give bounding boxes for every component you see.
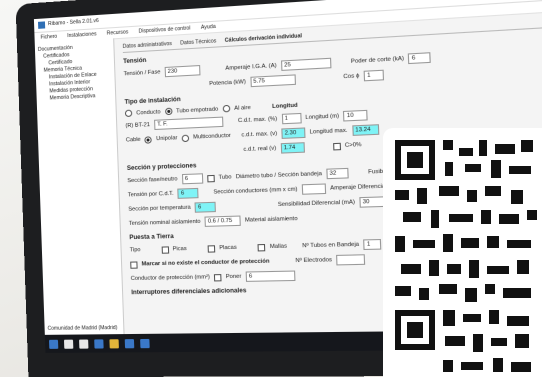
potencia-field[interactable]: 5.75 bbox=[249, 74, 296, 88]
section-longitud: Longitud bbox=[272, 102, 298, 110]
iga-select[interactable]: 25 bbox=[280, 57, 332, 71]
label: c.d.t. real (v) bbox=[243, 145, 277, 154]
folder-icon[interactable] bbox=[109, 338, 119, 348]
label: Mallas bbox=[269, 243, 288, 251]
label: Multiconductor bbox=[192, 132, 231, 141]
label: Diámetro tubo / Sección bandeja bbox=[235, 170, 323, 181]
label: Poner bbox=[225, 273, 242, 281]
search-icon[interactable] bbox=[63, 339, 74, 349]
tree-footer: Comunidad de Madrid (Madrid) bbox=[47, 324, 118, 332]
tab-tecnicos[interactable]: Datos Técnicos bbox=[180, 38, 216, 46]
app-icon bbox=[37, 21, 46, 29]
label: Tensión / Fase bbox=[123, 69, 161, 78]
label: Unipolar bbox=[156, 135, 178, 143]
label: Sección por temperatura bbox=[128, 204, 191, 213]
label: Sección conductores (mm x cm) bbox=[213, 186, 298, 196]
label: Conductor de protección (mm²) bbox=[130, 274, 211, 282]
radio-tubo[interactable] bbox=[164, 107, 173, 116]
qr-code-card bbox=[383, 128, 542, 377]
method-select[interactable]: T. F. bbox=[153, 116, 224, 131]
picas-checkbox[interactable] bbox=[161, 245, 169, 254]
no-prot-checkbox[interactable] bbox=[130, 260, 138, 269]
diametro-select[interactable]: 32 bbox=[326, 167, 349, 180]
label: Poder de corte (kA) bbox=[350, 55, 405, 66]
app-taskbar-icon[interactable] bbox=[140, 338, 150, 348]
label: C.d.t. max. (%) bbox=[237, 116, 278, 125]
label: Sección fase/neutro bbox=[127, 176, 178, 185]
label: Conducto bbox=[136, 108, 161, 117]
radio-aire[interactable] bbox=[222, 104, 231, 113]
label: Marcar si no existe el conductor de prot… bbox=[141, 258, 270, 268]
radio-conducto[interactable] bbox=[124, 109, 133, 118]
label: Picas bbox=[172, 245, 187, 253]
label: Longitud max. bbox=[309, 127, 348, 136]
label: Cos ϕ bbox=[343, 73, 360, 81]
mallas-checkbox[interactable] bbox=[257, 243, 266, 251]
tab-administrativos[interactable]: Datos administrativos bbox=[123, 41, 172, 50]
longitud-field[interactable]: 10 bbox=[343, 109, 369, 122]
label: Nº Tubos en Bandeja bbox=[302, 241, 360, 250]
label: (R) BT-21 bbox=[125, 122, 151, 130]
start-icon[interactable] bbox=[48, 339, 59, 349]
poder-corte-select[interactable]: 6 bbox=[408, 52, 432, 65]
label: Tipo bbox=[129, 247, 141, 254]
label: Potencia (kW) bbox=[209, 79, 246, 88]
label: Tensión por C.d.T. bbox=[127, 190, 174, 199]
label: C>0% bbox=[344, 141, 362, 149]
cdt-field[interactable]: 1 bbox=[281, 112, 302, 125]
store-icon[interactable] bbox=[124, 338, 135, 348]
label: Sensibilidad Diferencial (mA) bbox=[277, 199, 356, 209]
label: Tubo bbox=[218, 174, 232, 181]
label: Longitud (m) bbox=[305, 113, 340, 122]
longmax-field: 13.24 bbox=[351, 124, 379, 136]
edge-icon[interactable] bbox=[94, 338, 104, 349]
electrodos-field[interactable] bbox=[336, 254, 366, 266]
imax-field: 6 bbox=[177, 187, 199, 199]
poner-checkbox[interactable] bbox=[214, 273, 222, 281]
placas-checkbox[interactable] bbox=[207, 244, 216, 253]
label: Tensión nominal aislamiento bbox=[128, 218, 201, 227]
label: Material aislamiento bbox=[244, 215, 298, 224]
nf-field[interactable]: 1 bbox=[363, 238, 382, 251]
seccion-cond-field[interactable] bbox=[301, 183, 327, 195]
tension-nom-select[interactable]: 0.6 / 0.75 bbox=[204, 215, 241, 227]
seccion-prot-field: 6 bbox=[194, 201, 217, 213]
qr-code bbox=[395, 140, 537, 372]
label: Al aire bbox=[234, 104, 251, 112]
label: Placas bbox=[219, 244, 237, 252]
taskview-icon[interactable] bbox=[79, 338, 89, 349]
cdt2-field: 2.30 bbox=[281, 127, 306, 139]
label: Cable bbox=[125, 136, 141, 144]
cdt-checkbox[interactable] bbox=[332, 142, 341, 150]
cdt3-field: 1.74 bbox=[280, 142, 305, 154]
label: Nº Electrodos bbox=[295, 257, 333, 265]
cos-field[interactable]: 1 bbox=[363, 69, 384, 82]
tubo-checkbox[interactable] bbox=[206, 174, 215, 182]
window-title: Ribamo - Sella 2.01.v6 bbox=[47, 17, 99, 28]
label: Amperaje I.G.A. (A) bbox=[225, 62, 277, 72]
radio-unipolar[interactable] bbox=[144, 135, 153, 144]
navigation-tree: Documentación Certificados Certificado M… bbox=[34, 38, 125, 335]
radio-multiconductor[interactable] bbox=[181, 134, 190, 142]
tab-calculos[interactable]: Cálculos derivación individual bbox=[225, 33, 302, 44]
poner-select[interactable]: 6 bbox=[245, 270, 296, 282]
seccion-fase-select[interactable]: 6 bbox=[181, 173, 203, 185]
label: Tubo empotrado bbox=[176, 105, 219, 115]
label: c.d.t. max. (v) bbox=[241, 130, 278, 139]
tension-select[interactable]: 230 bbox=[164, 65, 201, 78]
